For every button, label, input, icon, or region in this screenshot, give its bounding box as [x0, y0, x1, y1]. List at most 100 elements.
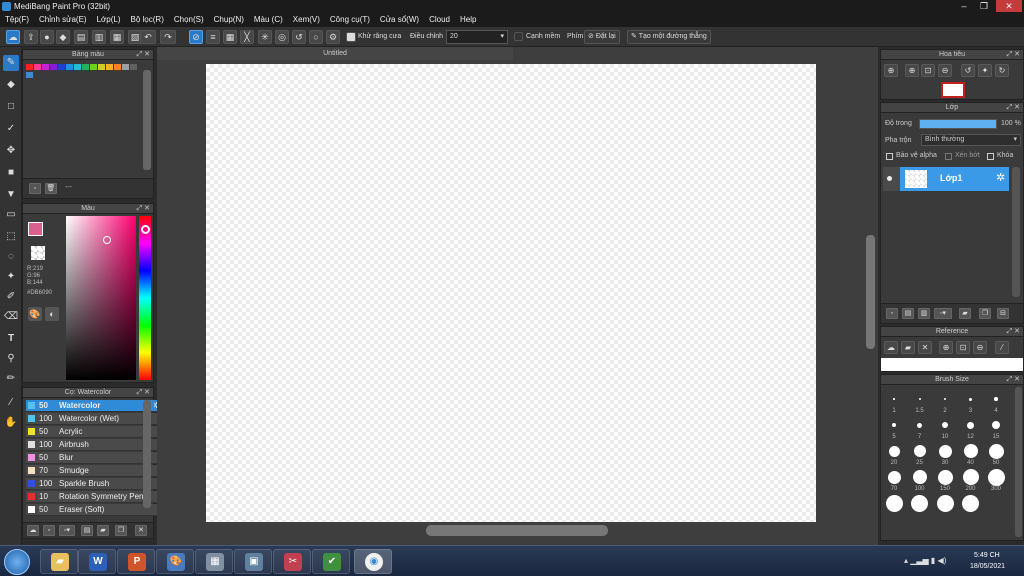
- taskbar-powerpoint[interactable]: P: [117, 549, 155, 574]
- palette-swatch[interactable]: [74, 64, 81, 70]
- menu-view[interactable]: Xem(V): [293, 13, 320, 27]
- eye-icon[interactable]: [887, 176, 892, 181]
- palette-swatch[interactable]: [42, 64, 49, 70]
- taskbar-calculator[interactable]: ▦: [195, 549, 233, 574]
- tray-icons[interactable]: ▴ ▁▃▅ ▮ ◀): [904, 556, 946, 565]
- brush-duplicate-icon[interactable]: ❐: [115, 525, 127, 536]
- parallel-snap-icon[interactable]: ≡: [206, 30, 220, 44]
- taskbar-explorer[interactable]: ▰: [40, 549, 78, 574]
- brush-scrollbar[interactable]: [143, 400, 151, 508]
- menu-cloud[interactable]: Cloud: [429, 13, 450, 27]
- palette-swatch[interactable]: [130, 64, 137, 70]
- layer-settings-icon[interactable]: ✲: [996, 171, 1005, 184]
- undo-icon[interactable]: ↶: [140, 30, 156, 44]
- menu-file[interactable]: Tệp(F): [5, 13, 29, 27]
- select-eraser-icon[interactable]: ⌫: [3, 309, 19, 325]
- export-icon[interactable]: ▥: [92, 30, 106, 44]
- brush-menu-icon[interactable]: ▫▾: [59, 525, 75, 536]
- rotate-left-icon[interactable]: ↺: [961, 64, 975, 77]
- brush-size-option[interactable]: [967, 421, 974, 429]
- select-pen-icon[interactable]: ✓: [3, 121, 19, 137]
- palette-swatch[interactable]: [114, 64, 121, 70]
- cross-snap-icon[interactable]: ╳: [240, 30, 254, 44]
- menu-window[interactable]: Cửa sổ(W): [380, 13, 419, 27]
- taskbar-snipping[interactable]: ✂: [273, 549, 311, 574]
- zoom-out-icon[interactable]: ⊖: [938, 64, 952, 77]
- protect-alpha-checkbox[interactable]: [886, 153, 893, 160]
- brush-size-option[interactable]: [962, 469, 979, 485]
- brush-size-option[interactable]: [943, 397, 947, 401]
- hand-tool-icon[interactable]: ✋: [3, 415, 19, 431]
- navigator-thumbnail[interactable]: [941, 82, 965, 98]
- magic-wand-icon[interactable]: ✦: [3, 269, 19, 285]
- menu-select[interactable]: Chọn(S): [174, 13, 204, 27]
- dot-tool-icon[interactable]: □: [3, 99, 19, 115]
- panel-close-icon[interactable]: ⤢ ✕: [137, 50, 150, 60]
- operation-tool-icon[interactable]: ⚲: [3, 351, 19, 367]
- menu-color[interactable]: Màu (C): [254, 13, 283, 27]
- brush-size-option[interactable]: [969, 397, 972, 401]
- opacity-slider[interactable]: [919, 119, 997, 129]
- duplicate-layer-icon[interactable]: ❐: [979, 308, 991, 319]
- new-color-layer-icon[interactable]: ▤: [902, 308, 914, 319]
- menu-edit[interactable]: Chỉnh sửa(E): [39, 13, 87, 27]
- rotate-reset-icon[interactable]: ✦: [978, 64, 992, 77]
- lasso-select-icon[interactable]: ◌: [3, 249, 19, 265]
- panel-close-icon[interactable]: ⤢ ✕: [1007, 375, 1020, 385]
- palette-swatch[interactable]: [34, 64, 41, 70]
- palette-swatch[interactable]: [26, 72, 33, 78]
- brush-delete-icon[interactable]: ✕: [135, 525, 147, 536]
- brush-new-icon[interactable]: ▫: [43, 525, 55, 536]
- merge-layer-icon[interactable]: ⊟: [997, 308, 1009, 319]
- brush-size-option[interactable]: [893, 398, 895, 400]
- hue-slider-handle[interactable]: [141, 225, 150, 234]
- taskbar-paint[interactable]: 🎨: [156, 549, 194, 574]
- brush-size-option[interactable]: [937, 469, 953, 485]
- taskbar-network[interactable]: ▣: [234, 549, 272, 574]
- brush-size-option[interactable]: [911, 494, 928, 512]
- eraser-tool-icon[interactable]: ◆: [3, 77, 19, 93]
- snap-settings-icon[interactable]: ⚙: [326, 30, 340, 44]
- canvas-vertical-scrollbar[interactable]: [866, 235, 875, 349]
- taskbar-medibang[interactable]: ◉: [354, 549, 392, 574]
- start-button[interactable]: [4, 549, 30, 575]
- concentric-snap-icon[interactable]: ◎: [275, 30, 289, 44]
- close-button[interactable]: ✕: [996, 0, 1022, 12]
- fill-tool-icon[interactable]: ▼: [3, 187, 19, 203]
- delete-palette-icon[interactable]: 🗑: [45, 183, 57, 194]
- brush-copy-icon[interactable]: ▤: [81, 525, 93, 536]
- panel-close-icon[interactable]: ⤢ ✕: [137, 204, 150, 214]
- brush-size-option[interactable]: [892, 423, 896, 427]
- brush-tool-icon[interactable]: ✎: [3, 55, 19, 71]
- brush-size-option[interactable]: [987, 468, 1005, 486]
- reset-button[interactable]: ⊘ Đặt lại: [584, 30, 620, 44]
- canvas-horizontal-scrollbar[interactable]: [426, 525, 608, 536]
- brush-size-option[interactable]: [888, 445, 900, 457]
- brush-size-option[interactable]: [936, 494, 954, 512]
- open-icon[interactable]: ⇪: [24, 30, 38, 44]
- correction-select[interactable]: 20 ▾: [446, 30, 508, 44]
- move-tool-icon[interactable]: ✥: [3, 143, 19, 159]
- zoom-in-2-icon[interactable]: ⊕: [905, 64, 919, 77]
- brush-size-option[interactable]: [942, 422, 948, 428]
- menu-tools[interactable]: Công cụ(T): [330, 13, 370, 27]
- taskbar-app[interactable]: ✔: [312, 549, 350, 574]
- palette-swatch[interactable]: [26, 64, 33, 70]
- brush-size-scrollbar[interactable]: [1015, 387, 1022, 537]
- shape-tool-icon[interactable]: ■: [3, 165, 19, 181]
- maximize-button[interactable]: ❐: [974, 0, 994, 12]
- saturation-value-picker[interactable]: [66, 216, 136, 380]
- brush-add-icon[interactable]: ☁: [27, 525, 39, 536]
- antialias-checkbox[interactable]: [346, 32, 356, 42]
- brush-size-option[interactable]: [988, 443, 1004, 459]
- cloud-icon[interactable]: ☁: [6, 30, 20, 44]
- palette-swatch[interactable]: [82, 64, 89, 70]
- reference-cloud-icon[interactable]: ☁: [884, 341, 898, 354]
- palette-swatch[interactable]: [66, 64, 73, 70]
- brush-size-option[interactable]: [938, 444, 952, 458]
- minimize-button[interactable]: –: [954, 0, 974, 12]
- document-icon[interactable]: ▦: [110, 30, 124, 44]
- brush-size-option[interactable]: [994, 397, 998, 401]
- blend-select[interactable]: Bình thường ▾: [921, 134, 1021, 146]
- color-picker-cursor[interactable]: [103, 236, 111, 244]
